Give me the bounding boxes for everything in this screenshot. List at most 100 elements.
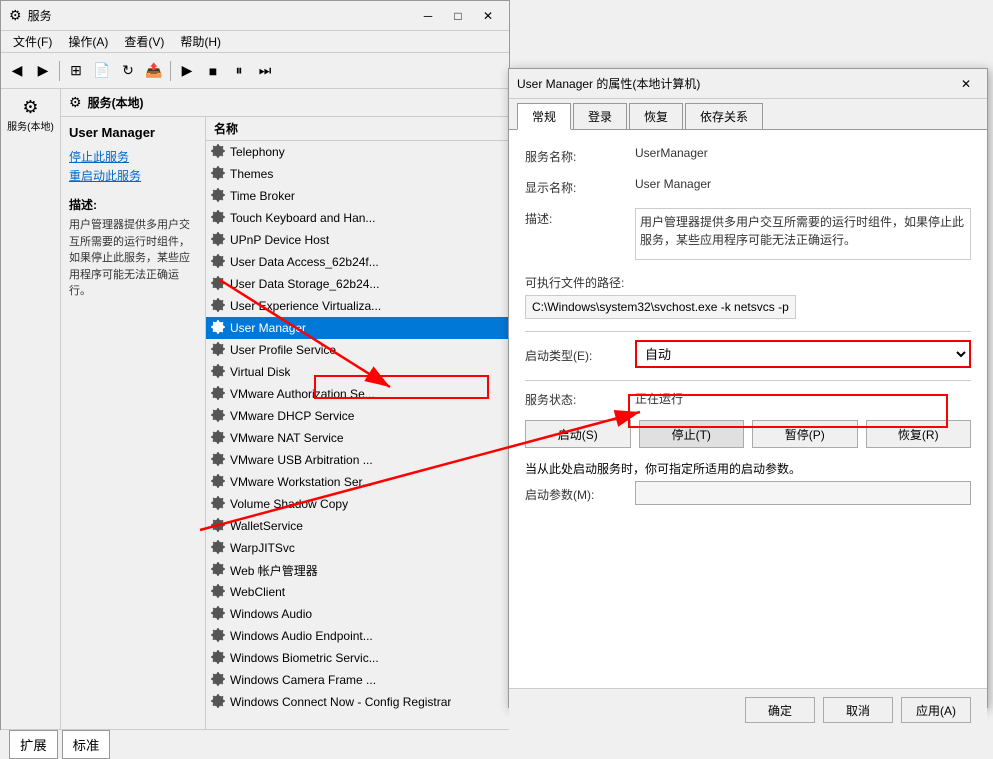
service-icon [210, 254, 226, 270]
scope-label-small: 服务(本地) [7, 118, 54, 133]
service-list-item[interactable]: Web 帐户管理器 [206, 559, 509, 581]
service-list-item[interactable]: Themes [206, 163, 509, 185]
service-list-item[interactable]: User Manager [206, 317, 509, 339]
start-button[interactable]: 启动(S) [525, 420, 631, 448]
restart-service-link[interactable]: 重启动此服务 [69, 167, 197, 184]
back-button[interactable]: ◀ [5, 59, 29, 83]
service-name-text: Volume Shadow Copy [230, 497, 348, 511]
service-list-item[interactable]: VMware USB Arbitration ... [206, 449, 509, 471]
service-list-item[interactable]: VMware Authorization Se... [206, 383, 509, 405]
startup-type-select[interactable]: 自动 自动(延迟启动) 手动 禁用 [635, 340, 971, 368]
close-button[interactable]: ✕ [475, 5, 501, 27]
resume-button[interactable]: 恢复(R) [866, 420, 972, 448]
main-window-title: 服务 [28, 7, 415, 24]
service-list-item[interactable]: Windows Audio Endpoint... [206, 625, 509, 647]
dialog-window-controls: ✕ [953, 73, 979, 95]
service-name-text: VMware DHCP Service [230, 409, 354, 423]
service-icon [210, 584, 226, 600]
maximize-button[interactable]: □ [445, 5, 471, 27]
service-list-item[interactable]: Windows Connect Now - Config Registrar [206, 691, 509, 713]
service-name-value: UserManager [635, 146, 971, 160]
tab-recovery[interactable]: 恢复 [629, 103, 683, 129]
service-list-item[interactable]: User Data Storage_62b24... [206, 273, 509, 295]
service-list-item[interactable]: WalletService [206, 515, 509, 537]
service-list-item[interactable]: Windows Camera Frame ... [206, 669, 509, 691]
scope-header-text: 服务(本地) [88, 94, 144, 111]
app-icon: ⚙ [9, 7, 22, 24]
export-button[interactable]: 📤 [142, 59, 166, 83]
service-list-item[interactable]: Time Broker [206, 185, 509, 207]
service-name-text: Windows Biometric Servic... [230, 651, 379, 665]
service-icon [210, 364, 226, 380]
confirm-button[interactable]: 确定 [745, 697, 815, 723]
services-scope-header: ⚙ 服务(本地) [61, 89, 509, 117]
service-status-row: 服务状态: 正在运行 [525, 389, 971, 408]
service-name-text: VMware USB Arbitration ... [230, 453, 373, 467]
tab-dependencies[interactable]: 依存关系 [685, 103, 763, 129]
action-buttons: 启动(S) 停止(T) 暂停(P) 恢复(R) [525, 420, 971, 448]
service-list-item[interactable]: Volume Shadow Copy [206, 493, 509, 515]
minimize-button[interactable]: ─ [415, 5, 441, 27]
service-list-item[interactable]: VMware NAT Service [206, 427, 509, 449]
properties-dialog: User Manager 的属性(本地计算机) ✕ 常规 登录 恢复 依存关系 … [508, 68, 988, 708]
refresh-button[interactable]: ↻ [116, 59, 140, 83]
service-list-item[interactable]: Touch Keyboard and Han... [206, 207, 509, 229]
show-hide-button[interactable]: ⊞ [64, 59, 88, 83]
menu-view[interactable]: 查看(V) [116, 31, 172, 52]
tab-general[interactable]: 常规 [517, 103, 571, 130]
service-list-item[interactable]: WarpJITSvc [206, 537, 509, 559]
service-list-item[interactable]: Telephony [206, 141, 509, 163]
service-list-item[interactable]: Windows Audio [206, 603, 509, 625]
tab-standard[interactable]: 标准 [62, 730, 111, 759]
service-icon [210, 694, 226, 710]
stop-button[interactable]: ■ [201, 59, 225, 83]
dialog-content: 服务名称: UserManager 显示名称: User Manager 描述:… [509, 130, 987, 688]
dialog-close-button[interactable]: ✕ [953, 73, 979, 95]
start-param-input[interactable] [635, 481, 971, 505]
service-name-row: 服务名称: UserManager [525, 146, 971, 165]
service-list-item[interactable]: UPnP Device Host [206, 229, 509, 251]
properties-button[interactable]: 📄 [90, 59, 114, 83]
service-list-item[interactable]: WebClient [206, 581, 509, 603]
stop-button[interactable]: 停止(T) [639, 420, 745, 448]
cancel-button[interactable]: 取消 [823, 697, 893, 723]
menu-help[interactable]: 帮助(H) [172, 31, 229, 52]
play-button[interactable]: ▶ [175, 59, 199, 83]
menu-file[interactable]: 文件(F) [5, 31, 60, 52]
pause-button[interactable]: ⏸ [227, 59, 251, 83]
service-list-scroll[interactable]: Telephony Themes Time Broker Touch Keybo… [206, 141, 509, 729]
stop-service-link[interactable]: 停止此服务 [69, 148, 197, 165]
service-icon [210, 452, 226, 468]
service-list-item[interactable]: VMware DHCP Service [206, 405, 509, 427]
toolbar-separator-2 [170, 61, 171, 81]
tab-expand[interactable]: 扩展 [9, 730, 58, 759]
service-list-item[interactable]: User Data Access_62b24f... [206, 251, 509, 273]
scope-nav-panel: ⚙ 服务(本地) [1, 89, 61, 729]
service-list-item[interactable]: User Experience Virtualiza... [206, 295, 509, 317]
forward-button[interactable]: ▶ [31, 59, 55, 83]
service-icon [210, 298, 226, 314]
main-window: ⚙ 服务 ─ □ ✕ 文件(F) 操作(A) 查看(V) 帮助(H) ◀ ▶ ⊞… [0, 0, 510, 730]
service-list-item[interactable]: VMware Workstation Ser... [206, 471, 509, 493]
tab-login[interactable]: 登录 [573, 103, 627, 129]
service-icon [210, 628, 226, 644]
service-icon [210, 188, 226, 204]
restart-button[interactable]: ⏭ [253, 59, 277, 83]
service-icon [210, 672, 226, 688]
start-param-row: 启动参数(M): [525, 481, 971, 505]
service-name-text: User Manager [230, 321, 306, 335]
service-list-item[interactable]: User Profile Service [206, 339, 509, 361]
menu-action[interactable]: 操作(A) [60, 31, 116, 52]
service-icon [210, 276, 226, 292]
startup-type-label: 启动类型(E): [525, 345, 635, 364]
scope-local-nav[interactable]: ⚙ 服务(本地) [7, 97, 54, 133]
apply-button[interactable]: 应用(A) [901, 697, 971, 723]
service-icon [210, 342, 226, 358]
service-list-item[interactable]: Windows Biometric Servic... [206, 647, 509, 669]
pause-button[interactable]: 暂停(P) [752, 420, 858, 448]
display-name-row: 显示名称: User Manager [525, 177, 971, 196]
dialog-title-bar: User Manager 的属性(本地计算机) ✕ [509, 69, 987, 99]
service-icon [210, 606, 226, 622]
service-list-item[interactable]: Virtual Disk [206, 361, 509, 383]
service-name-text: User Profile Service [230, 343, 336, 357]
